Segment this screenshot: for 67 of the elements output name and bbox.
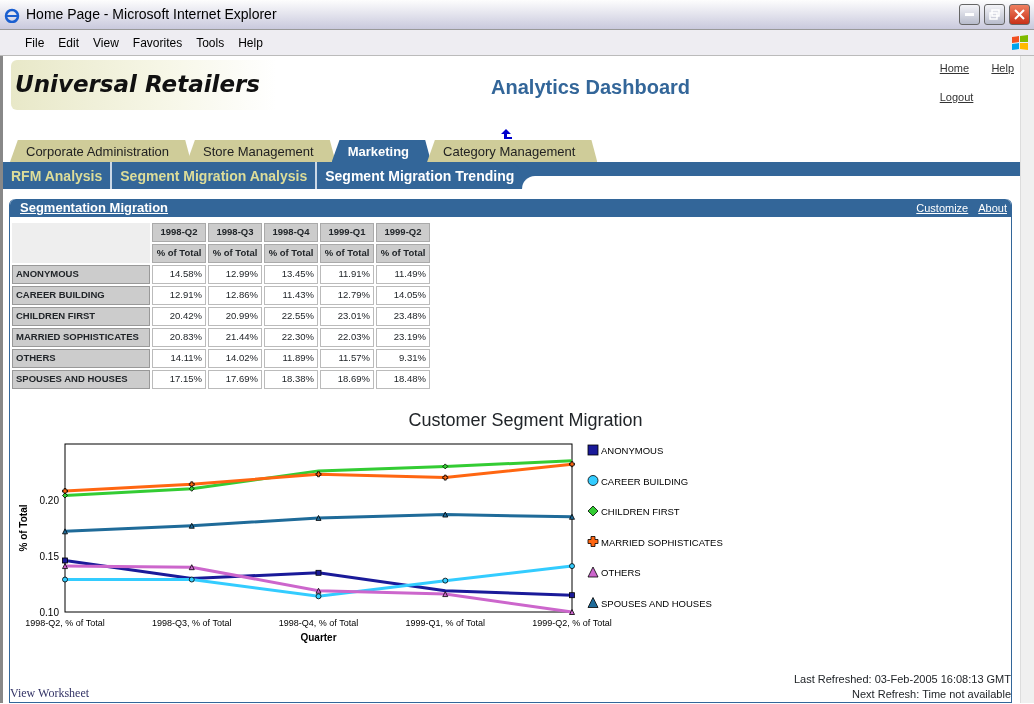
table-cell: 20.99% (208, 307, 262, 326)
table-cell: 23.19% (376, 328, 430, 347)
table-cell: 12.79% (320, 286, 374, 305)
x-tick-label: 1999-Q2, % of Total (532, 618, 612, 628)
x-tick-label: 1999-Q1, % of Total (405, 618, 485, 628)
chart-title: Customer Segment Migration (407, 409, 644, 432)
table-cell: 14.11% (152, 349, 206, 368)
table-cell: 13.45% (264, 265, 318, 284)
legend-label: ANONYMOUS (601, 445, 664, 456)
column-header: 1999-Q2 (376, 223, 430, 242)
table-cell: 23.48% (376, 307, 430, 326)
table-cell: 14.05% (376, 286, 430, 305)
table-cell: 14.58% (152, 265, 206, 284)
measure-header: % of Total (152, 244, 206, 263)
window-title: Home Page - Microsoft Internet Explorer (26, 5, 277, 24)
last-refreshed-text: Last Refreshed: 03-Feb-2005 16:08:13 GMT (793, 672, 1011, 687)
y-tick-label: 0.20 (39, 495, 59, 506)
column-header: 1999-Q1 (320, 223, 374, 242)
table-cell: 11.91% (320, 265, 374, 284)
app-title: Analytics Dashboard (491, 75, 690, 100)
row-header: OTHERS (12, 349, 150, 368)
table-cell: 11.43% (264, 286, 318, 305)
x-axis-title: Quarter (300, 632, 337, 643)
row-header: ANONYMOUS (12, 265, 150, 284)
table-cell: 18.48% (376, 370, 430, 389)
y-tick-label: 0.10 (39, 607, 59, 618)
legend-label: OTHERS (601, 567, 641, 578)
column-header: 1998-Q3 (208, 223, 262, 242)
y-tick-label: 0.15 (39, 551, 59, 562)
next-refresh-text: Next Refresh: Time not available (851, 687, 1011, 702)
measure-header: % of Total (264, 244, 318, 263)
table-cell: 11.89% (264, 349, 318, 368)
table-cell: 20.42% (152, 307, 206, 326)
table-cell: 17.69% (208, 370, 262, 389)
table-cell: 12.86% (208, 286, 262, 305)
table-cell: 23.01% (320, 307, 374, 326)
legend-label: MARRIED SOPHISTICATES (601, 536, 723, 548)
table-cell: 20.83% (152, 328, 206, 347)
row-header: MARRIED SOPHISTICATES (12, 328, 150, 347)
row-header: CHILDREN FIRST (12, 307, 150, 326)
x-tick-label: 1998-Q2, % of Total (25, 618, 105, 628)
legend-label: CHILDREN FIRST (601, 506, 680, 517)
table-cell: 18.38% (264, 370, 318, 389)
row-header: CAREER BUILDING (12, 286, 150, 305)
table-cell: 21.44% (208, 328, 262, 347)
table-cell: 9.31% (376, 349, 430, 368)
row-header: SPOUSES AND HOUSES (12, 370, 150, 389)
table-cell: 22.30% (264, 328, 318, 347)
legend-label: SPOUSES AND HOUSES (601, 597, 712, 609)
legend-label: CAREER BUILDING (601, 475, 689, 487)
table-cell: 17.15% (152, 370, 206, 389)
y-axis-title: % of Total (18, 504, 29, 552)
x-tick-label: 1998-Q3, % of Total (152, 618, 232, 628)
measure-header: % of Total (320, 244, 374, 263)
measure-header: % of Total (208, 244, 262, 263)
measure-header: % of Total (376, 244, 430, 263)
table-cell: 18.69% (320, 370, 374, 389)
table-cell: 14.02% (208, 349, 262, 368)
column-header: 1998-Q4 (264, 223, 318, 242)
table-cell: 22.03% (320, 328, 374, 347)
table-cell: 22.55% (264, 307, 318, 326)
table-cell: 11.57% (320, 349, 374, 368)
column-header: 1998-Q2 (152, 223, 206, 242)
table-cell: 12.91% (152, 286, 206, 305)
table-cell: 11.49% (376, 265, 430, 284)
x-tick-label: 1998-Q4, % of Total (278, 618, 359, 628)
table-cell: 12.99% (208, 265, 262, 284)
